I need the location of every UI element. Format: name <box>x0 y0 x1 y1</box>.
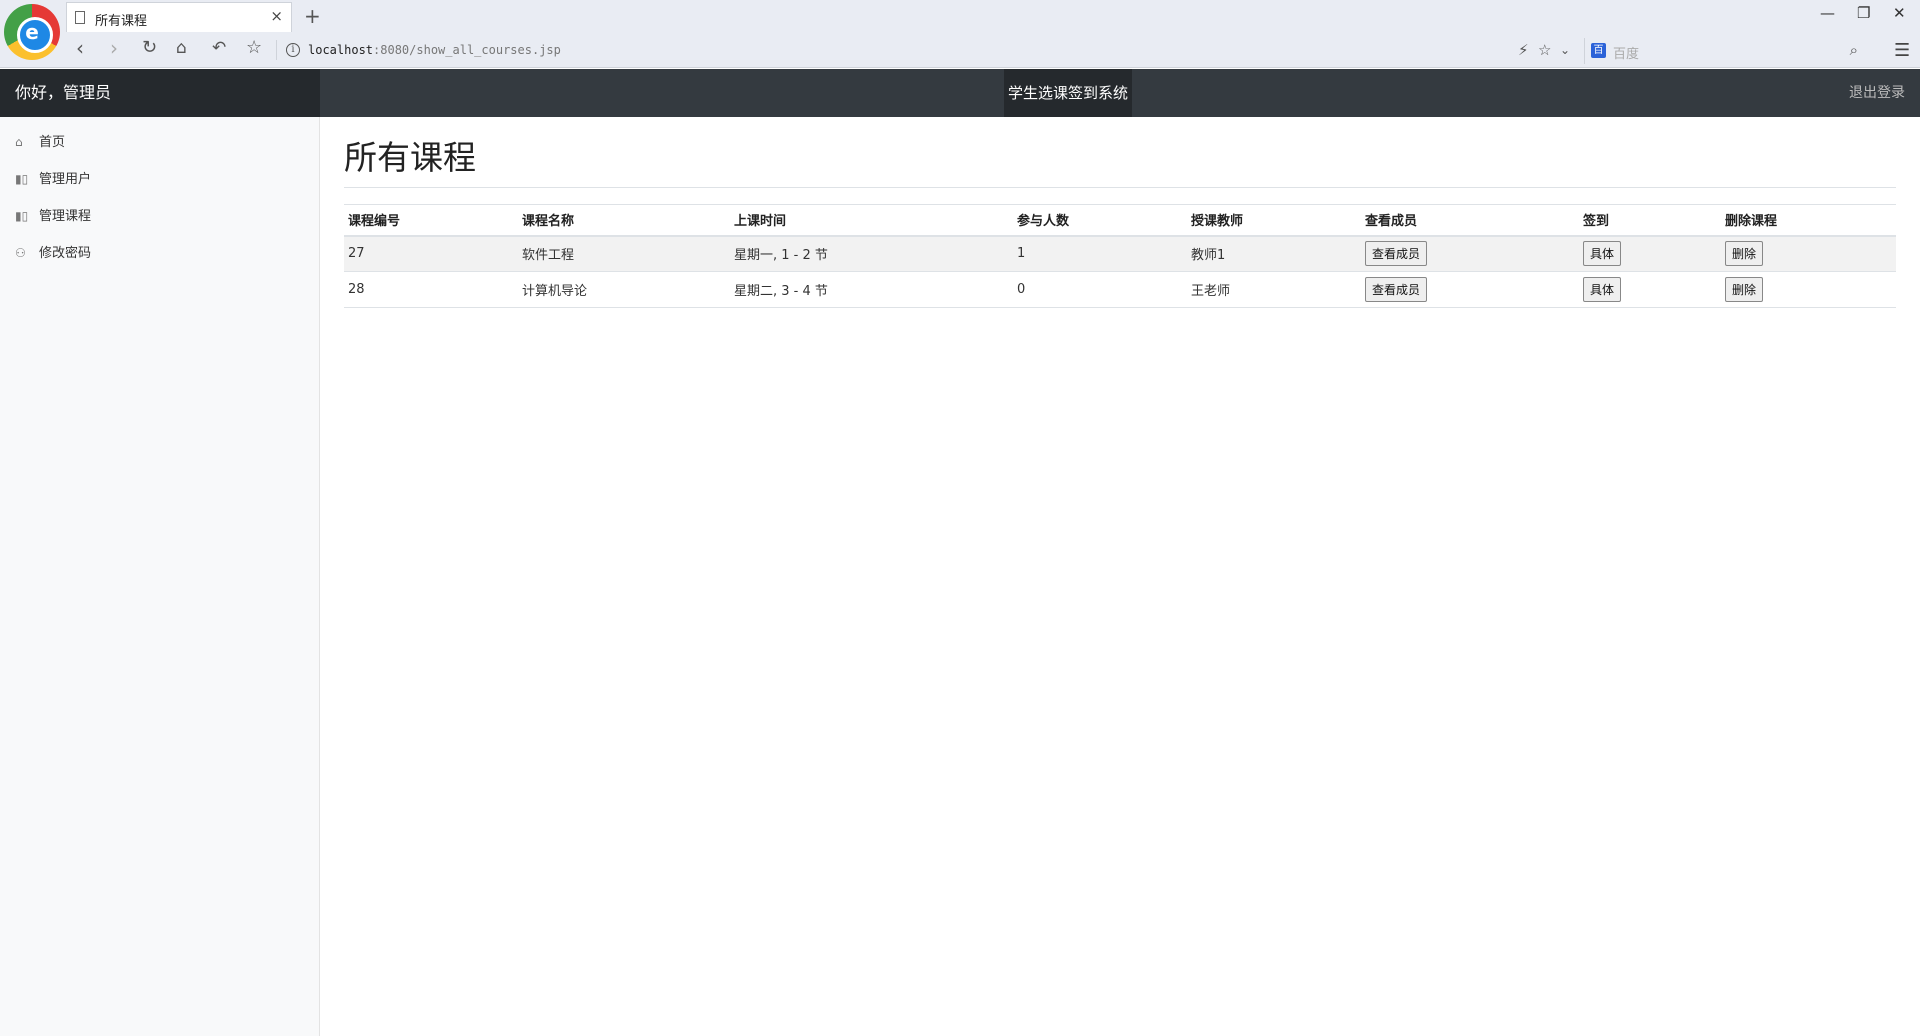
tab-title: 所有课程 <box>95 14 148 29</box>
course-id: 28 <box>344 271 518 308</box>
sign-in-cell: 具体 <box>1579 271 1721 308</box>
sidebar-item-home[interactable]: ⌂ 首页 <box>15 131 65 153</box>
address-separator <box>276 40 277 60</box>
course-name: 计算机导论 <box>518 271 730 308</box>
course-time: 星期二, 3 - 4 节 <box>730 271 1013 308</box>
table-row: 28 计算机导论 星期二, 3 - 4 节 0 王老师 查看成员 具体 删除 <box>344 271 1896 308</box>
course-id: 27 <box>344 235 518 272</box>
restore-icon[interactable]: ❐ <box>1857 4 1870 22</box>
page-title: 所有课程 <box>344 138 476 177</box>
column-header: 查看成员 <box>1361 204 1579 237</box>
delete-course-button[interactable]: 删除 <box>1725 241 1764 267</box>
sign-in-cell: 具体 <box>1579 235 1721 272</box>
column-header: 参与人数 <box>1013 204 1187 237</box>
participant-count: 1 <box>1013 235 1187 272</box>
sidebar-item-change-password[interactable]: ⚇ 修改密码 <box>15 242 91 264</box>
view-members-cell: 查看成员 <box>1361 235 1579 272</box>
system-title: 学生选课签到系统 <box>1004 69 1132 117</box>
minimize-icon[interactable]: — <box>1820 4 1835 22</box>
users-icon: ⚇ <box>15 246 26 260</box>
sign-in-detail-button[interactable]: 具体 <box>1583 241 1622 267</box>
logout-link[interactable]: 退出登录 <box>1849 69 1905 117</box>
search-placeholder: 百度 <box>1613 47 1640 62</box>
course-name: 软件工程 <box>518 235 730 272</box>
address-bar[interactable]: localhost:8080/show_all_courses.jsp <box>308 43 561 57</box>
courses-table: 课程编号 课程名称 上课时间 参与人数 授课教师 查看成员 签到 删除课程 27… <box>344 204 1896 308</box>
forward-icon[interactable]: › <box>110 38 118 58</box>
sidebar-item-label: 管理用户 <box>39 172 92 187</box>
view-members-cell: 查看成员 <box>1361 271 1579 308</box>
url-host: localhost <box>308 43 374 57</box>
url-path: :8080/show_all_courses.jsp <box>373 43 561 57</box>
app-navbar: 你好，管理员 学生选课签到系统 退出登录 <box>0 69 1920 117</box>
reload-icon[interactable]: ↻ <box>142 38 157 58</box>
star-icon[interactable]: ☆ <box>1538 41 1551 59</box>
participant-count: 0 <box>1013 271 1187 308</box>
table-header-row: 课程编号 课程名称 上课时间 参与人数 授课教师 查看成员 签到 删除课程 <box>344 204 1896 237</box>
sign-in-detail-button[interactable]: 具体 <box>1583 277 1622 302</box>
column-header: 课程名称 <box>518 204 730 237</box>
new-tab-icon[interactable]: + <box>304 4 321 28</box>
search-icon[interactable]: ⌕ <box>1850 41 1858 59</box>
column-header: 删除课程 <box>1721 204 1896 237</box>
teacher-name: 王老师 <box>1187 271 1361 308</box>
info-icon[interactable]: i <box>286 43 300 57</box>
column-header: 课程编号 <box>344 204 518 237</box>
delete-course-cell: 删除 <box>1721 271 1896 308</box>
browser-top-bar: e 所有课程 × + — ❐ ✕ ‹ › ↻ ⌂ ↶ ☆ i localhost… <box>0 0 1920 68</box>
table-row: 27 软件工程 星期一, 1 - 2 节 1 教师1 查看成员 具体 删除 <box>344 235 1896 272</box>
view-members-button[interactable]: 查看成员 <box>1365 241 1428 267</box>
search-input[interactable]: 百 百度 ⌕ <box>1584 38 1862 64</box>
back-icon[interactable]: ‹ <box>76 38 84 58</box>
sidebar-item-manage-users[interactable]: ▮▯ 管理用户 <box>15 168 91 190</box>
sidebar: ⌂ 首页 ▮▯ 管理用户 ▮▯ 管理课程 ⚇ 修改密码 <box>0 117 320 1036</box>
menu-icon[interactable]: ☰ <box>1894 40 1910 61</box>
chevron-down-icon[interactable]: ⌄ <box>1560 43 1570 57</box>
browser-tab[interactable]: 所有课程 × <box>66 2 292 32</box>
close-window-icon[interactable]: ✕ <box>1893 4 1906 22</box>
browser-logo-letter: e <box>25 20 39 44</box>
document-icon <box>75 11 85 24</box>
bookmark-star-icon[interactable]: ☆ <box>246 38 262 58</box>
sidebar-item-label: 修改密码 <box>39 246 92 261</box>
delete-course-cell: 删除 <box>1721 235 1896 272</box>
baidu-icon: 百 <box>1591 43 1606 58</box>
view-members-button[interactable]: 查看成员 <box>1365 277 1428 302</box>
column-header: 签到 <box>1579 204 1721 237</box>
home-icon: ⌂ <box>15 135 23 149</box>
column-header: 上课时间 <box>730 204 1013 237</box>
browser-toolbar: ‹ › ↻ ⌂ ↶ ☆ i localhost:8080/show_all_co… <box>66 34 1920 68</box>
course-time: 星期一, 1 - 2 节 <box>730 235 1013 272</box>
title-divider <box>344 187 1896 188</box>
tab-close-icon[interactable]: × <box>270 7 283 25</box>
lightning-icon[interactable]: ⚡ <box>1518 41 1529 59</box>
home-icon[interactable]: ⌂ <box>176 38 187 58</box>
undo-icon[interactable]: ↶ <box>212 38 226 58</box>
sidebar-item-manage-courses[interactable]: ▮▯ 管理课程 <box>15 205 91 227</box>
bar-chart-icon: ▮▯ <box>15 209 29 223</box>
sidebar-item-label: 首页 <box>39 135 66 150</box>
teacher-name: 教师1 <box>1187 235 1361 272</box>
sidebar-item-label: 管理课程 <box>39 209 92 224</box>
delete-course-button[interactable]: 删除 <box>1725 277 1764 302</box>
column-header: 授课教师 <box>1187 204 1361 237</box>
greeting: 你好，管理员 <box>0 69 320 117</box>
bar-chart-icon: ▮▯ <box>15 172 29 186</box>
